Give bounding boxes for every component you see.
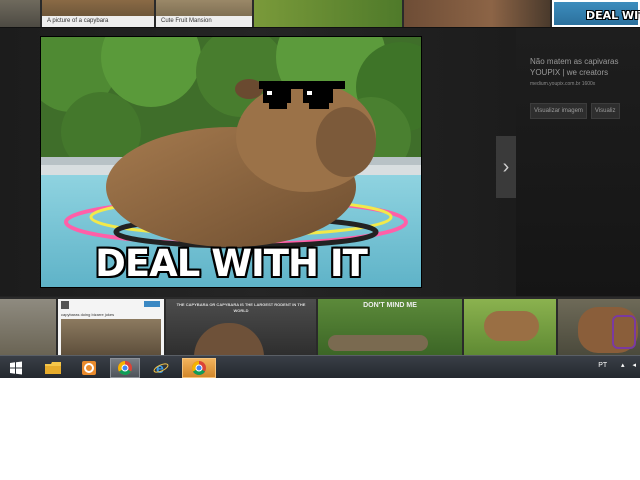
tweet-text: capybaras doing bizarre jokes [61,312,115,317]
internet-explorer-button[interactable]: e [146,358,176,378]
taskbar: e PT ▴ ◂ [0,355,640,378]
system-tray: PT ▴ ◂ [598,361,636,369]
banner-text: THE CAPYBARA OR CAPYBARA IS THE LARGEST … [176,302,306,313]
outlook-button[interactable] [74,358,104,378]
chrome-app-button[interactable] [182,358,216,378]
view-page-button[interactable]: Visualiz [590,103,620,119]
bottom-thumbnail-2[interactable]: capybaras doing bizarre jokes [58,299,164,355]
top-thumbnail-4[interactable] [254,0,402,27]
windows-logo-icon [10,361,22,375]
svg-text:e: e [156,360,164,376]
file-explorer-button[interactable] [38,358,68,378]
outlook-icon [82,361,96,375]
top-thumbnail-3[interactable]: Cute Fruit Mansion [156,0,252,27]
capybara-figure [328,335,428,351]
top-thumbnail-selected[interactable]: DEAL WIT [552,0,640,27]
view-image-button[interactable]: Visualizar imagem [530,103,587,119]
top-thumbnail-2[interactable]: A picture of a capybara [42,0,154,27]
bottom-thumbnail-strip: capybaras doing bizarre jokes THE CAPYBA… [0,297,640,355]
source-domain[interactable]: medium.youpix.com.br [530,81,580,87]
follow-badge [144,301,160,307]
image-info-panel: Não matem as capivaras YOUPIX | we creat… [530,56,640,119]
source-subtitle[interactable]: YOUPIX | we creators [530,67,640,78]
bottom-thumbnail-4[interactable]: DON'T MIND ME [318,299,462,355]
thumbnail-caption: Cute Fruit Mansion [156,16,252,27]
capybara-figure [194,323,264,355]
thumbnail-caption: A picture of a capybara [42,16,154,27]
bottom-thumbnail-5[interactable] [464,299,556,355]
image-viewer-panel: DEAL WITH IT › Não matem as capivaras YO… [0,28,640,296]
screen: A picture of a capybara Cute Fruit Mansi… [0,0,640,378]
top-thumbnail-5[interactable] [404,0,550,27]
tweet-photo [61,319,161,355]
chrome-icon [192,361,206,375]
bottom-thumbnail-6[interactable] [558,299,640,355]
harness [612,315,636,349]
source-url: medium.youpix.com.br 1600x [530,81,640,87]
next-image-button[interactable]: › [496,136,516,198]
bottom-thumbnail-3[interactable]: THE CAPYBARA OR CAPYBARA IS THE LARGEST … [166,299,316,355]
source-title[interactable]: Não matem as capivaras [530,56,640,67]
avatar [61,301,69,309]
chrome-icon [118,361,132,375]
volume-icon[interactable]: ◂ [632,362,636,369]
internet-explorer-icon: e [153,360,169,376]
top-thumbnail-strip: A picture of a capybara Cute Fruit Mansi… [0,0,640,28]
language-indicator[interactable]: PT [598,362,607,369]
chrome-button[interactable] [110,358,140,378]
folder-icon [45,362,61,374]
info-buttons: Visualizar imagem Visualiz [530,99,640,119]
meme-caption: DEAL WITH IT [95,242,368,285]
capybara-figure [484,311,539,341]
thumbnail-meme-text: DEAL WIT [586,9,640,22]
chevron-right-icon: › [502,155,510,178]
main-image[interactable]: DEAL WITH IT [40,36,422,288]
bottom-thumbnail-1[interactable] [0,299,56,355]
start-button[interactable] [4,358,28,378]
mind-text: DON'T MIND ME [363,302,417,309]
flag-icon[interactable]: ▴ [621,362,625,369]
image-size: 1600x [581,81,596,87]
top-thumbnail-1[interactable] [0,0,40,27]
